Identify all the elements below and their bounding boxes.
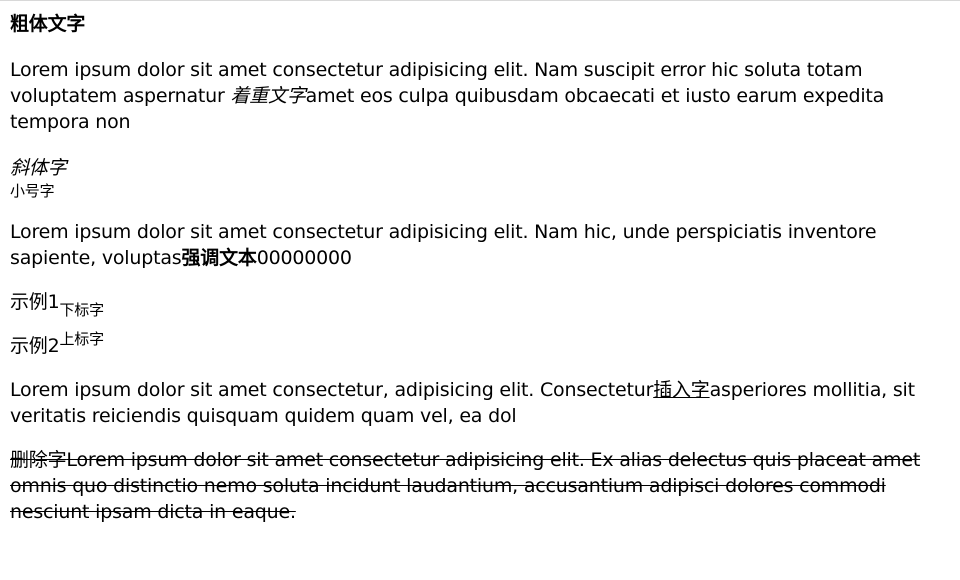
paragraph-text: Lorem ipsum dolor sit amet consectetur, … — [10, 379, 654, 401]
small-text: 小号字 — [10, 182, 55, 200]
paragraph-deleted: 删除字Lorem ipsum dolor sit amet consectetu… — [10, 447, 950, 525]
bold-heading: 粗体文字 — [10, 13, 86, 35]
document-body: 粗体文字 Lorem ipsum dolor sit amet consecte… — [0, 11, 960, 525]
deleted-body: Lorem ipsum dolor sit amet consectetur a… — [10, 449, 921, 523]
italic-text: 斜体字 — [10, 157, 67, 179]
example-label: 示例2 — [10, 335, 60, 357]
paragraph-strong: Lorem ipsum dolor sit amet consectetur a… — [10, 219, 950, 271]
example-label: 示例1 — [10, 291, 60, 313]
deleted-label: 删除字 — [10, 449, 67, 471]
inserted-text: 插入字 — [653, 379, 710, 401]
deleted-text: 删除字Lorem ipsum dolor sit amet consectetu… — [10, 449, 920, 523]
emphasis-text: 着重文字 — [230, 85, 306, 107]
strong-text: 强调文本 — [181, 247, 257, 269]
subscript-example: 示例1下标字 — [10, 289, 950, 318]
superscript-text: 上标字 — [59, 330, 105, 348]
paragraph-text: 00000000 — [256, 247, 352, 269]
superscript-example: 示例2上标字 — [10, 330, 950, 359]
paragraph-text: Lorem ipsum dolor sit amet consectetur a… — [10, 221, 877, 269]
subscript-text: 下标字 — [59, 301, 105, 319]
paragraph-emphasis: Lorem ipsum dolor sit amet consectetur a… — [10, 57, 950, 135]
paragraph-inserted: Lorem ipsum dolor sit amet consectetur, … — [10, 377, 950, 429]
